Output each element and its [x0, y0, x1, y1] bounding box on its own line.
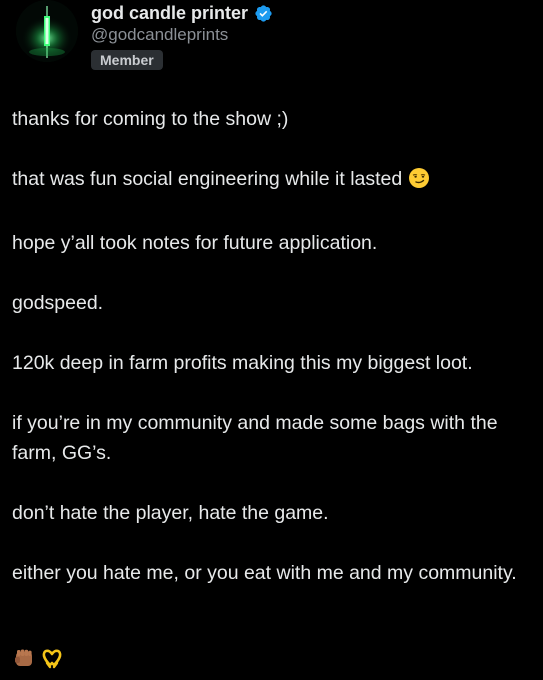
post-paragraph-with-emoji: that was fun social engineering while it…	[12, 164, 532, 198]
handle[interactable]: @godcandleprints	[91, 25, 228, 45]
post-body: thanks for coming to the show ;) that wa…	[12, 104, 532, 618]
post-paragraph: godspeed.	[12, 292, 104, 314]
raised-fist-icon	[12, 646, 36, 675]
green-candle-icon	[16, 0, 78, 62]
post-paragraph-text: that was fun social engineering while it…	[12, 168, 403, 190]
post-header: god candle printer @godcandleprints Memb…	[12, 0, 532, 80]
heart-hands-icon	[40, 646, 64, 675]
display-name[interactable]: god candle printer	[91, 3, 248, 24]
name-row: god candle printer	[91, 2, 273, 24]
verified-badge-icon[interactable]	[254, 4, 273, 23]
post-paragraph: either you hate me, or you eat with me a…	[12, 562, 517, 584]
member-badge: Member	[91, 50, 163, 70]
trailing-emojis	[12, 648, 64, 672]
post-paragraph: thanks for coming to the show ;)	[12, 108, 289, 130]
post-paragraph: hope y’all took notes for future applica…	[12, 232, 378, 254]
avatar[interactable]	[16, 0, 78, 62]
post-paragraph: if you’re in my community and made some …	[12, 412, 498, 464]
post-paragraph: don’t hate the player, hate the game.	[12, 502, 329, 524]
smirking-face-icon	[408, 167, 430, 198]
post-paragraph: 120k deep in farm profits making this my…	[12, 352, 473, 374]
